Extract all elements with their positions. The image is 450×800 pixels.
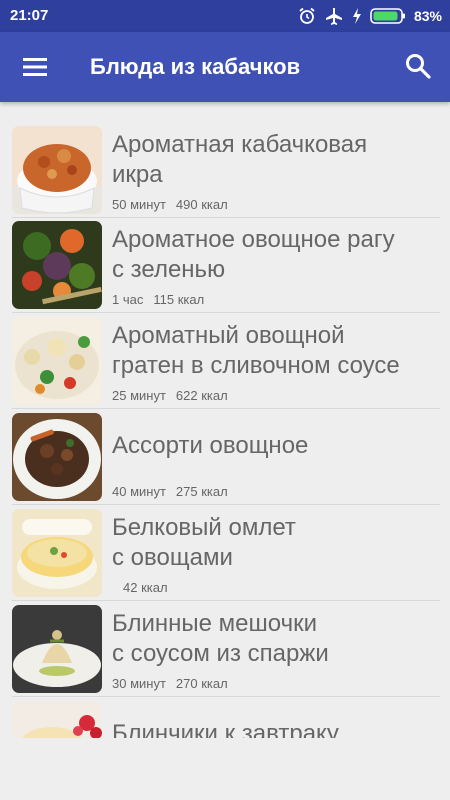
recipe-meta: 1 час 115 ккал [112, 292, 214, 307]
recipe-item[interactable]: Блинчики к завтраку [12, 697, 440, 738]
battery-icon [370, 7, 406, 25]
recipe-title-line2: с овощами [112, 544, 233, 571]
recipe-image [12, 509, 102, 597]
cooking-time: 50 минут [112, 197, 166, 212]
recipe-meta: 30 минут 270 ккал [112, 676, 238, 691]
recipe-title-line2: икра [112, 161, 163, 188]
recipe-image [12, 126, 102, 214]
status-time: 21:07 [10, 7, 49, 24]
app-bar: Блюда из кабачков [0, 32, 450, 102]
recipe-meta: 40 минут 275 ккал [112, 484, 238, 499]
status-icons: 83% [298, 6, 442, 26]
recipe-title: Ассорти овощное [112, 431, 432, 461]
recipe-meta: 42 ккал [112, 580, 178, 595]
calories: 115 ккал [153, 292, 205, 307]
menu-icon[interactable] [22, 54, 48, 80]
battery-percent: 83% [413, 8, 442, 24]
recipe-item[interactable]: Блинные мешочки с соусом из спаржи 30 ми… [12, 601, 440, 697]
page-title: Блюда из кабачков [90, 54, 301, 79]
recipe-title-line2: с зеленью [112, 256, 226, 283]
recipe-title-line1: Ароматная кабачковая [112, 131, 368, 158]
recipe-title-line1: Ароматный овощной [112, 322, 345, 349]
recipe-item[interactable]: Ароматное овощное рагу с зеленью 1 час 11… [12, 217, 440, 313]
cooking-time: 40 минут [112, 484, 166, 499]
recipe-title: Ароматное овощное рагу с зеленью [112, 225, 432, 285]
charging-icon [352, 8, 362, 24]
cooking-time: 25 минут [112, 388, 166, 403]
recipe-title-line1: Ароматное овощное рагу [112, 226, 395, 253]
recipe-image [12, 701, 102, 738]
recipe-image [12, 413, 102, 501]
recipe-title-line1: Блинчики к завтраку [112, 720, 339, 738]
status-bar: 21:07 83% [0, 0, 450, 32]
recipe-title-line2: гратен в сливочном соусе [112, 352, 400, 379]
recipe-meta: 50 минут 490 ккал [112, 197, 238, 212]
recipe-item[interactable]: Ассорти овощное 40 минут 275 ккал [12, 409, 440, 505]
recipe-item[interactable]: Белковый омлет с овощами 42 ккал [12, 505, 440, 601]
recipe-title: Блинные мешочки с соусом из спаржи [112, 609, 432, 669]
calories: 622 ккал [175, 388, 228, 403]
calories: 42 ккал [123, 580, 168, 595]
recipe-meta: 25 минут 622 ккал [112, 388, 238, 403]
recipe-title: Белковый омлет с овощами [112, 513, 432, 573]
recipe-item[interactable]: Ароматный овощной гратен в сливочном соу… [12, 313, 440, 409]
recipe-title-line1: Блинные мешочки [112, 610, 317, 637]
recipe-title-line2: с соусом из спаржи [112, 640, 329, 667]
recipe-item[interactable]: Ароматная кабачковая икра 50 минут 490 кк… [12, 122, 440, 218]
calories: 490 ккал [175, 197, 228, 212]
alarm-icon [298, 7, 316, 25]
recipe-list: Ароматная кабачковая икра 50 минут 490 кк… [0, 102, 450, 738]
recipe-image [12, 317, 102, 405]
recipe-title-line1: Белковый омлет [112, 514, 296, 541]
recipe-image [12, 221, 102, 309]
recipe-title-line1: Ассорти овощное [112, 432, 309, 459]
cooking-time: 30 минут [112, 676, 166, 691]
cooking-time: 1 час [112, 292, 144, 307]
recipe-title: Ароматный овощной гратен в сливочном соу… [112, 321, 432, 381]
recipe-image [12, 605, 102, 693]
calories: 275 ккал [175, 484, 228, 499]
calories: 270 ккал [175, 676, 228, 691]
airplane-icon [324, 7, 344, 25]
recipe-title: Ароматная кабачковая икра [112, 130, 432, 190]
search-icon[interactable] [404, 52, 432, 80]
recipe-title: Блинчики к завтраку [112, 719, 432, 738]
